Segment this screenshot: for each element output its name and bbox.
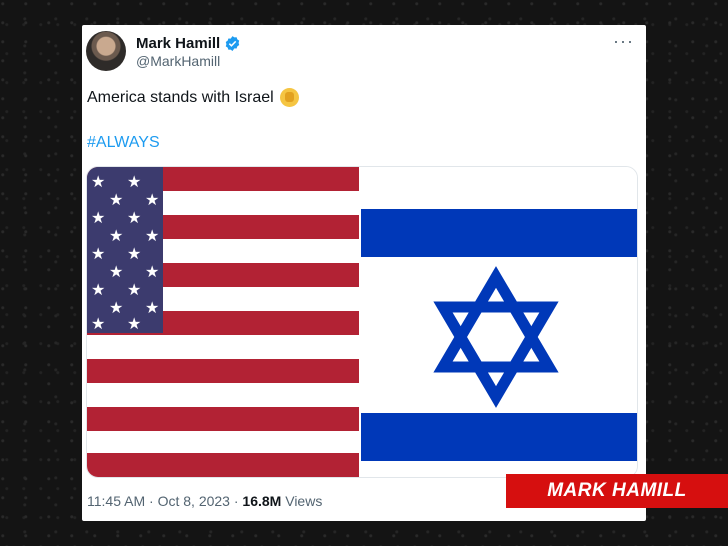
svg-text:★: ★: [109, 262, 123, 281]
svg-text:★: ★: [109, 226, 123, 245]
svg-text:★: ★: [91, 172, 105, 191]
more-options-icon[interactable]: ···: [613, 31, 634, 52]
author-handle[interactable]: @MarkHamill: [136, 53, 220, 69]
views-count[interactable]: 16.8M: [242, 493, 281, 509]
tweet-date[interactable]: Oct 8, 2023: [158, 493, 230, 509]
tweet-card: Mark Hamill @MarkHamill ··· America stan…: [82, 25, 646, 521]
svg-text:★: ★: [91, 244, 105, 263]
svg-text:★: ★: [109, 190, 123, 209]
svg-text:★: ★: [127, 208, 141, 227]
tweet-footer: 11:45 AM · Oct 8, 2023 · 16.8M Views: [87, 493, 322, 509]
tweet-text: America stands with Israel: [87, 88, 274, 106]
name-banner: MARK HAMILL: [506, 474, 728, 508]
svg-text:★: ★: [127, 172, 141, 191]
separator: ·: [149, 493, 154, 509]
svg-text:★: ★: [91, 208, 105, 227]
raised-fist-emoji-icon: [279, 88, 299, 107]
hashtag-link[interactable]: #ALWAYS: [87, 134, 160, 152]
svg-text:★: ★: [109, 298, 123, 317]
svg-text:★: ★: [127, 314, 141, 333]
views-label: Views: [285, 493, 323, 509]
svg-text:★: ★: [145, 190, 159, 209]
tweet-time[interactable]: 11:45 AM: [87, 493, 145, 509]
svg-text:★: ★: [91, 280, 105, 299]
us-flag-icon: ★ ★ ★ ★ ★ ★ ★ ★ ★ ★ ★ ★ ★ ★ ★ ★ ★ ★: [87, 167, 359, 477]
svg-text:★: ★: [145, 226, 159, 245]
svg-text:★: ★: [127, 244, 141, 263]
svg-text:★: ★: [145, 298, 159, 317]
israel-flag-icon: [361, 167, 637, 477]
svg-text:★: ★: [127, 280, 141, 299]
tweet-text-row: America stands with Israel: [87, 88, 299, 107]
avatar[interactable]: [86, 31, 126, 71]
svg-text:★: ★: [145, 262, 159, 281]
author-name-row[interactable]: Mark Hamill: [136, 35, 241, 52]
author-name[interactable]: Mark Hamill: [136, 35, 220, 52]
separator: ·: [233, 493, 239, 509]
verified-badge-icon: [225, 36, 240, 51]
svg-text:★: ★: [91, 314, 105, 333]
flags-image: ★ ★ ★ ★ ★ ★ ★ ★ ★ ★ ★ ★ ★ ★ ★ ★ ★ ★: [87, 167, 637, 477]
tweet-media-image[interactable]: ★ ★ ★ ★ ★ ★ ★ ★ ★ ★ ★ ★ ★ ★ ★ ★ ★ ★: [86, 166, 638, 478]
